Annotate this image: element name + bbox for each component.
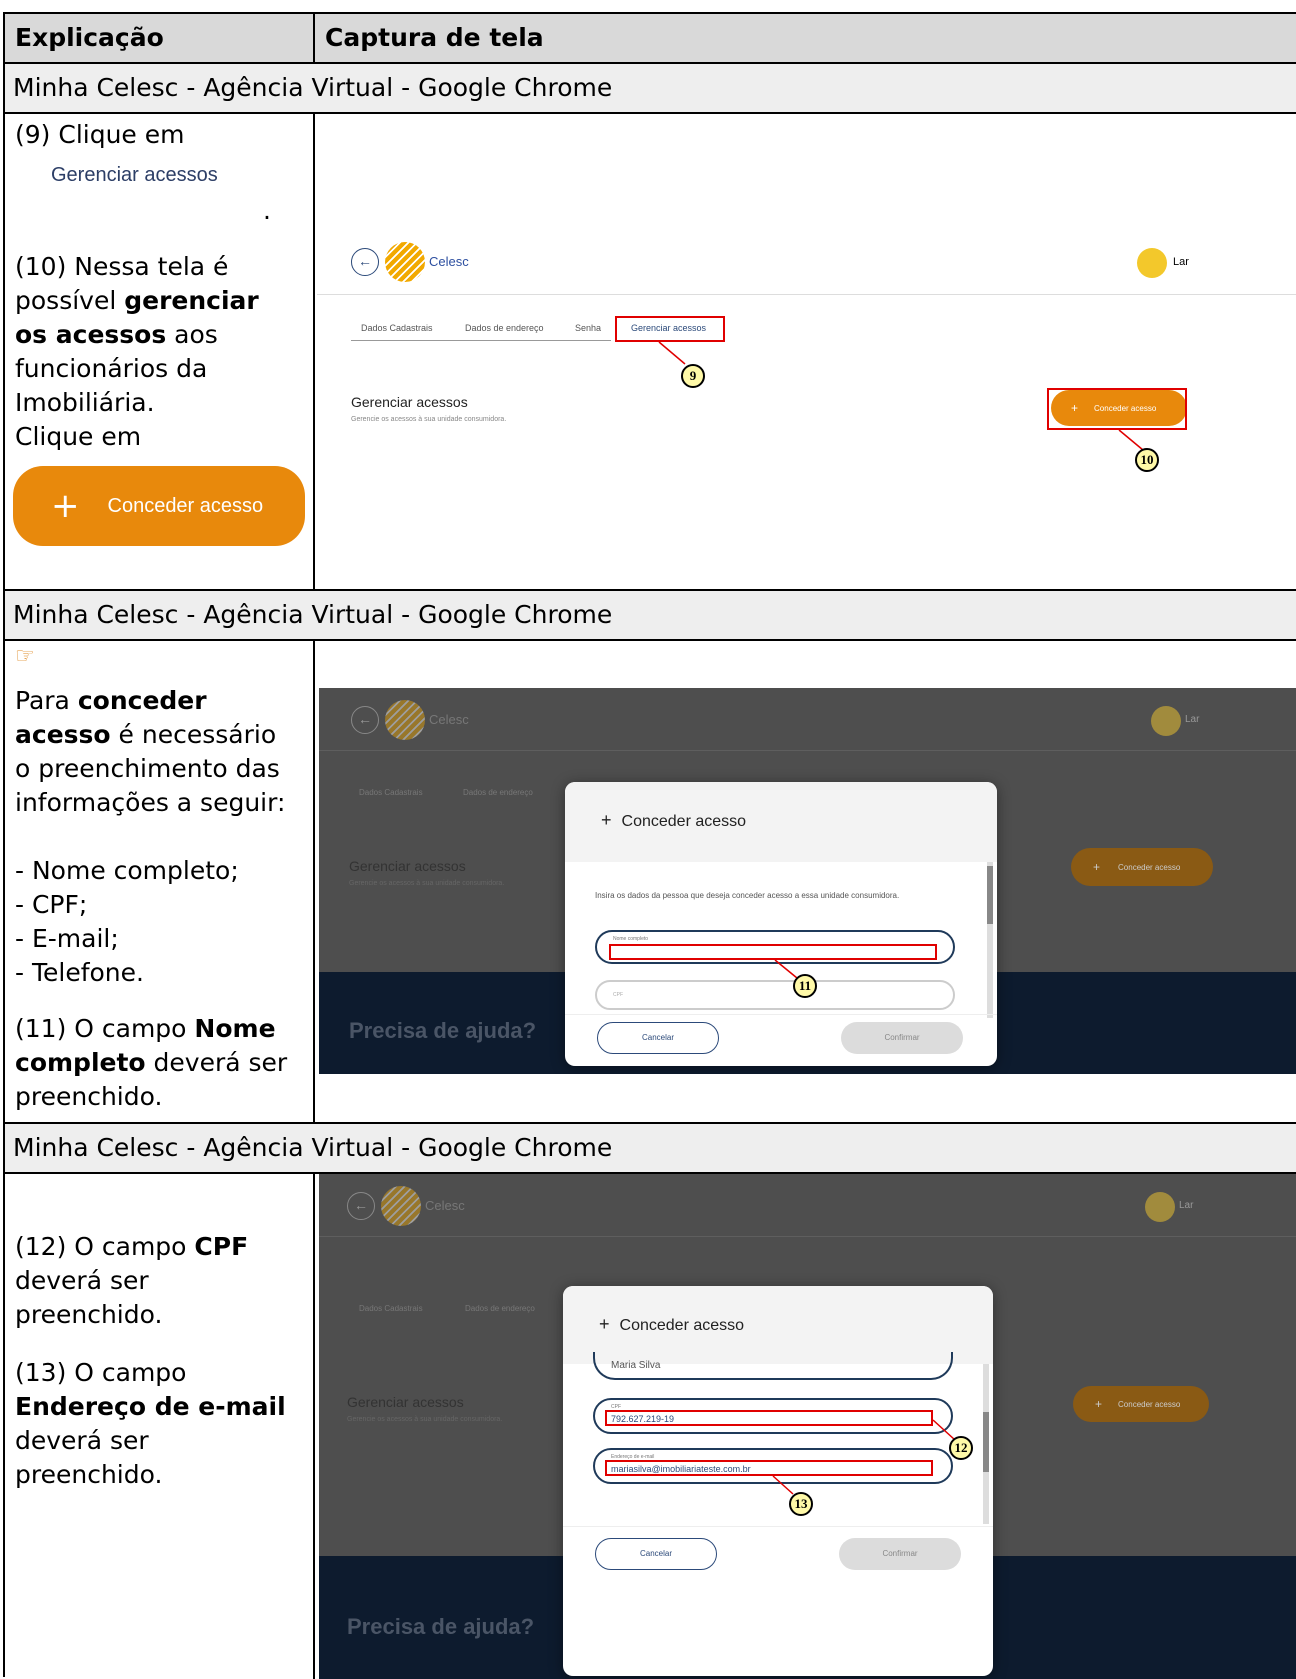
step-9-text: (9) Clique em <box>15 120 185 149</box>
step-13-line-1: (13) O campo <box>15 1358 187 1387</box>
row2-line-4: informações a seguir: <box>15 788 286 817</box>
section-window-title: Minha Celesc - Agência Virtual - Google … <box>5 591 1296 639</box>
tab-dados-cadastrais: Dados Cadastrais <box>359 1304 423 1313</box>
page-heading: Gerenciar acessos <box>347 1394 464 1410</box>
back-arrow-icon[interactable]: ← <box>351 248 379 276</box>
step-10-line-6: Clique em <box>15 422 142 451</box>
step-13-line-4: preenchido. <box>15 1460 163 1489</box>
step-10-line-5: Imobiliária. <box>15 388 155 417</box>
step-11-line-3: preenchido. <box>15 1082 163 1111</box>
callout-13: 13 <box>789 1492 813 1516</box>
logo-text: Celesc <box>429 254 469 269</box>
cancel-button[interactable]: Cancelar <box>595 1538 717 1570</box>
instruction-table: Explicação Captura de tela Minha Celesc … <box>3 12 1296 1679</box>
tab-dados-endereco[interactable]: Dados de endereço <box>465 323 544 333</box>
pointing-hand-icon: ☞ <box>15 644 35 669</box>
confirm-button[interactable]: Confirmar <box>841 1022 963 1054</box>
column-header-explanation: Explicação <box>5 14 313 62</box>
confirm-button[interactable]: Confirmar <box>839 1538 961 1570</box>
conceder-acesso-button-sample: + Conceder acesso <box>13 466 305 546</box>
callout-10: 10 <box>1135 448 1159 472</box>
step-11-line-1: (11) O campo Nome <box>15 1014 276 1043</box>
highlight-tab-box <box>615 316 725 342</box>
modal-title: + Conceder acesso <box>601 810 747 830</box>
page-subheading: Gerencie os acessos à sua unidade consum… <box>347 1416 503 1423</box>
conceder-acesso-modal: + Conceder acesso Maria Silva CPF 792.627… <box>563 1286 993 1676</box>
row2-line-2: acesso é necessário <box>15 720 277 749</box>
modal-title: + Conceder acesso <box>599 1314 745 1334</box>
plus-icon: + <box>599 1314 610 1334</box>
plus-icon: + <box>601 810 612 830</box>
step-10-line-1: (10) Nessa tela é <box>15 252 229 281</box>
step-10-line-3: os acessos aos <box>15 320 218 349</box>
tab-dados-endereco: Dados de endereço <box>463 788 533 797</box>
gerenciar-acessos-link-sample: Gerenciar acessos <box>51 164 218 186</box>
period-text: . <box>263 196 271 225</box>
logo-text: Celesc <box>429 712 469 727</box>
screenshot-modal-nome: ← Celesc Lar Dados Cadastrais Dados de e… <box>319 688 1296 1074</box>
help-heading: Precisa de ajuda? <box>347 1614 535 1639</box>
step-12-line-3: preenchido. <box>15 1300 163 1329</box>
conceder-acesso-modal: + Conceder acesso Insira os dados da pess… <box>565 782 997 1066</box>
user-avatar-icon[interactable] <box>1137 248 1167 278</box>
conceder-acesso-button: + Conceder acesso <box>1071 848 1213 886</box>
row2-line-3: o preenchimento das <box>15 754 280 783</box>
logo-text: Celesc <box>425 1198 465 1213</box>
callout-12: 12 <box>949 1436 973 1460</box>
list-item: - CPF; <box>15 890 88 919</box>
step-11-line-2: completo deverá ser <box>15 1048 288 1077</box>
modal-instructions: Insira os dados da pessoa que deseja con… <box>595 891 900 900</box>
page-heading: Gerenciar acessos <box>351 394 468 410</box>
step-10-line-2: possível gerenciar <box>15 286 259 315</box>
page-subheading: Gerencie os acessos à sua unidade consum… <box>349 880 505 887</box>
tab-dados-cadastrais: Dados Cadastrais <box>359 788 423 797</box>
back-arrow-icon: ← <box>351 706 379 734</box>
page-heading: Gerenciar acessos <box>349 858 466 874</box>
step-12-line-1: (12) O campo CPF <box>15 1232 249 1261</box>
section-window-title: Minha Celesc - Agência Virtual - Google … <box>5 1124 1296 1172</box>
page-subheading: Gerencie os acessos à sua unidade consum… <box>351 416 507 423</box>
celesc-logo-icon <box>385 700 425 740</box>
user-name: Lar <box>1173 256 1189 268</box>
highlight-button-box <box>1047 388 1187 430</box>
tab-senha[interactable]: Senha <box>575 323 601 333</box>
column-header-screenshot: Captura de tela <box>315 14 1296 62</box>
user-avatar-icon <box>1151 706 1181 736</box>
help-heading: Precisa de ajuda? <box>349 1018 537 1043</box>
list-item: - Nome completo; <box>15 856 239 885</box>
highlight-email-box <box>605 1460 933 1476</box>
screenshot-gerenciar-acessos: ← Celesc Lar Dados Cadastrais Dados de e… <box>317 114 1296 588</box>
tab-dados-cadastrais[interactable]: Dados Cadastrais <box>361 323 433 333</box>
list-item: - E-mail; <box>15 924 119 953</box>
celesc-logo-icon <box>385 242 425 282</box>
tab-dados-endereco: Dados de endereço <box>465 1304 535 1313</box>
callout-11: 11 <box>793 974 817 998</box>
screenshot-modal-cpf-email: ← Celesc Lar Dados Cadastrais Dados de e… <box>319 1174 1296 1679</box>
user-name: Lar <box>1179 1200 1194 1211</box>
conceder-acesso-button: + Conceder acesso <box>1073 1386 1209 1422</box>
celesc-logo-icon <box>381 1186 421 1226</box>
nome-completo-field[interactable]: Maria Silva <box>593 1352 953 1380</box>
back-arrow-icon: ← <box>347 1192 375 1220</box>
highlight-cpf-box <box>605 1410 933 1426</box>
step-12-line-2: deverá ser <box>15 1266 149 1295</box>
user-name: Lar <box>1185 714 1200 725</box>
user-avatar-icon <box>1145 1192 1175 1222</box>
step-10-line-4: funcionários da <box>15 354 208 383</box>
cancel-button[interactable]: Cancelar <box>597 1022 719 1054</box>
list-item: - Telefone. <box>15 958 144 987</box>
callout-9: 9 <box>681 364 705 388</box>
row2-line-1: Para conceder <box>15 686 207 715</box>
section-window-title: Minha Celesc - Agência Virtual - Google … <box>5 64 1296 112</box>
step-13-line-3: deverá ser <box>15 1426 149 1455</box>
step-13-line-2: Endereço de e-mail <box>15 1392 286 1421</box>
plus-icon: + <box>51 486 80 526</box>
cpf-field[interactable]: CPF <box>595 980 955 1010</box>
